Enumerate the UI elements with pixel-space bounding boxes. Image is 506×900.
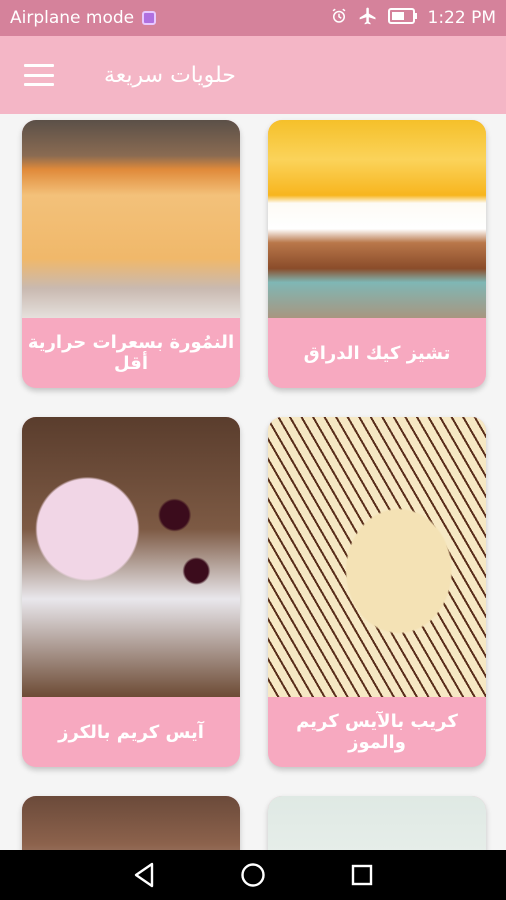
alarm-icon (330, 7, 348, 30)
recipe-card-basbousa[interactable]: النمُورة بسعرات حرارية أقل (22, 120, 240, 388)
home-icon[interactable] (238, 860, 268, 890)
page-title: حلويات سريعة (104, 62, 236, 88)
airplane-icon (358, 6, 378, 31)
notification-icon (142, 11, 157, 25)
clock-time: 1:22 PM (427, 8, 497, 28)
status-bar: Airplane mode 1:22 PM (0, 0, 506, 36)
recipe-card-cherry-ice-cream[interactable]: آيس كريم بالكرز (22, 417, 240, 767)
app-bar: حلويات سريعة (0, 36, 506, 114)
banana-crepe-image (268, 417, 486, 697)
recipe-card-label: تشيز كيك الدراق (303, 342, 451, 364)
recipe-card-label: النمُورة بسعرات حرارية أقل (27, 332, 235, 374)
battery-icon (387, 7, 418, 29)
light-dessert-image (268, 796, 486, 850)
system-nav-bar (0, 850, 506, 900)
basbousa-image (22, 120, 240, 318)
brownie-image (22, 796, 240, 850)
recipe-grid[interactable]: النمُورة بسعرات حرارية أقل تشيز كيك الدر… (0, 114, 506, 850)
recipe-card-label: آيس كريم بالكرز (58, 721, 204, 743)
recipe-card-light-dessert[interactable] (268, 796, 486, 850)
back-icon[interactable] (129, 860, 159, 890)
peach-cheesecake-image (268, 120, 486, 318)
recipe-card-label: كريب بالآيس كريم والموز (296, 711, 458, 753)
airplane-mode-text: Airplane mode (10, 8, 135, 28)
cherry-ice-cream-image (22, 417, 240, 697)
recipe-card-banana-crepe[interactable]: كريب بالآيس كريم والموز (268, 417, 486, 767)
recipe-card-peach-cheesecake[interactable]: تشيز كيك الدراق (268, 120, 486, 388)
recents-icon[interactable] (347, 860, 377, 890)
recipe-card-brownie[interactable] (22, 796, 240, 850)
hamburger-menu-icon[interactable] (24, 64, 54, 86)
